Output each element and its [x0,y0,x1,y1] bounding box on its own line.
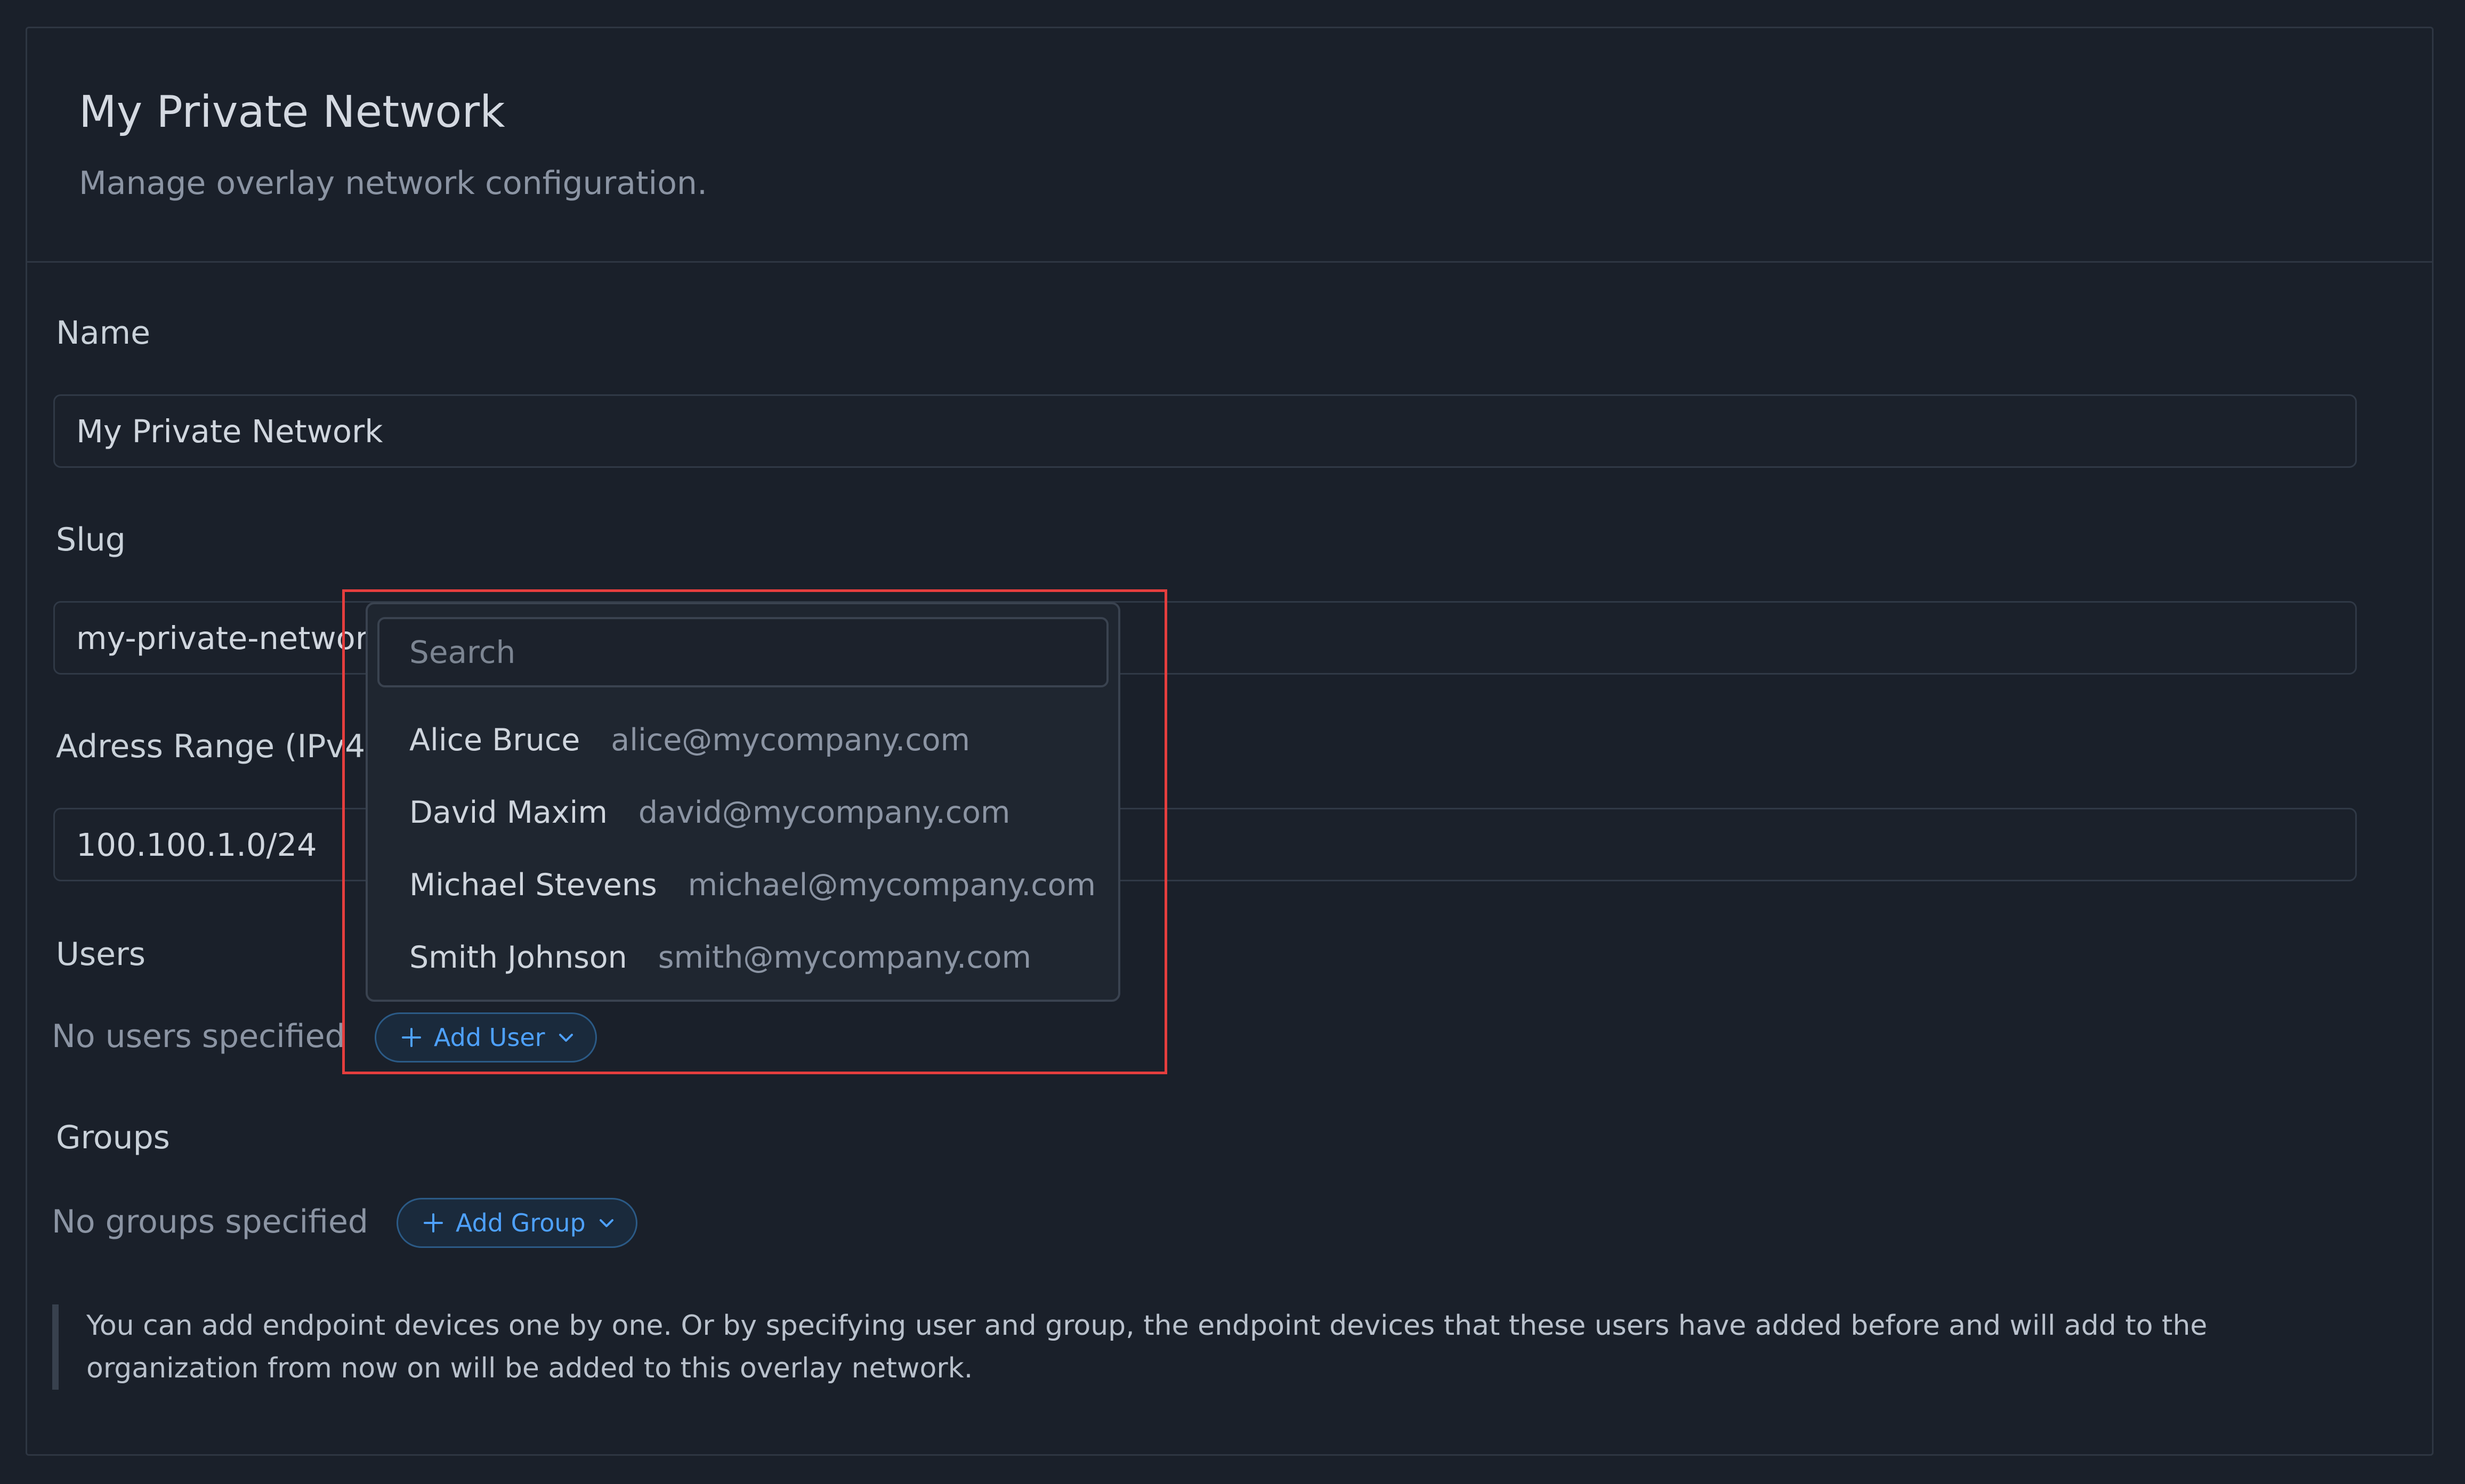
user-option-email: smith@mycompany.com [658,940,1032,975]
page-subtitle: Manage overlay network configuration. [79,165,708,202]
card-header: My Private Network Manage overlay networ… [27,28,2432,263]
user-option-smith[interactable]: Smith Johnson smith@mycompany.com [409,928,1031,987]
user-option-name: David Maxim [409,795,608,830]
user-dropdown: Alice Bruce alice@mycompany.com David Ma… [366,602,1120,1002]
groups-label: Groups [56,1119,170,1156]
user-option-name: Alice Bruce [409,723,580,758]
users-label: Users [56,936,146,973]
info-note: You can add endpoint devices one by one.… [52,1304,2387,1390]
name-label: Name [56,314,151,352]
user-option-alice[interactable]: Alice Bruce alice@mycompany.com [409,711,970,769]
plus-icon [423,1212,444,1234]
search-input[interactable] [377,617,1109,687]
user-option-david[interactable]: David Maxim david@mycompany.com [409,783,1010,842]
user-option-name: Smith Johnson [409,940,627,975]
user-option-name: Michael Stevens [409,867,657,903]
user-option-email: alice@mycompany.com [611,723,970,758]
page-title: My Private Network [79,87,505,137]
add-group-button[interactable]: Add Group [397,1198,637,1248]
add-group-label: Add Group [456,1209,586,1237]
slug-label: Slug [56,521,126,558]
address-range-label: Adress Range (IPv4) [56,728,378,765]
user-option-email: david@mycompany.com [638,795,1011,830]
groups-empty-text: No groups specified [52,1203,368,1240]
users-empty-text: No users specified [52,1018,345,1055]
user-option-email: michael@mycompany.com [688,867,1096,903]
name-input[interactable] [53,394,2357,468]
chevron-down-icon [597,1214,616,1232]
user-option-michael[interactable]: Michael Stevens michael@mycompany.com [409,856,1096,914]
